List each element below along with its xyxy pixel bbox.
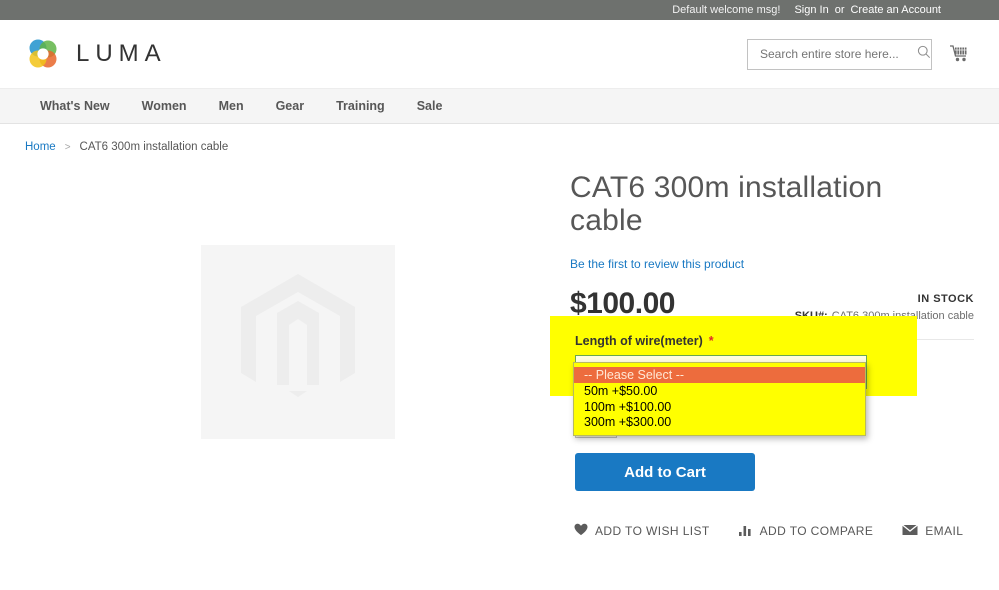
nav-item-training[interactable]: Training — [320, 88, 401, 124]
product-image-placeholder[interactable] — [200, 245, 395, 439]
product-social-links: ADD TO WISH LIST ADD TO COMPARE EMAIL — [574, 523, 963, 539]
brand-name: LUMA — [76, 40, 167, 67]
email-label: EMAIL — [925, 524, 964, 538]
luma-logo-icon — [26, 37, 60, 71]
search-icon[interactable] — [917, 45, 931, 64]
header-right — [747, 38, 974, 70]
magento-placeholder-icon — [223, 265, 373, 420]
page-title: CAT6 300m installation cable — [570, 171, 883, 237]
nav-item-women[interactable]: Women — [126, 88, 203, 124]
email-link[interactable]: EMAIL — [902, 523, 964, 539]
breadcrumb-current: CAT6 300m installation cable — [79, 141, 229, 153]
shopping-cart-icon[interactable] — [946, 40, 974, 68]
wishlist-label: ADD TO WISH LIST — [595, 524, 710, 538]
sign-in-link[interactable]: Sign In — [794, 4, 828, 16]
top-panel: Default welcome msg! Sign In or Create a… — [0, 0, 999, 20]
logo[interactable]: LUMA — [26, 37, 167, 71]
option-label: Length of wire(meter) * — [575, 334, 714, 348]
add-to-cart-button[interactable]: Add to Cart — [575, 453, 755, 491]
breadcrumb-home[interactable]: Home — [25, 141, 56, 153]
welcome-message: Default welcome msg! — [672, 4, 781, 16]
heart-icon — [574, 523, 588, 539]
dropdown-option-50m[interactable]: 50m +$50.00 — [574, 384, 865, 400]
dropdown-option-please-select[interactable]: -- Please Select -- — [574, 367, 865, 383]
dropdown-bottom-pad — [574, 431, 865, 435]
dropdown-option-300m[interactable]: 300m +$300.00 — [574, 415, 865, 431]
site-header: LUMA — [0, 20, 999, 88]
compare-label: ADD TO COMPARE — [759, 524, 874, 538]
review-link[interactable]: Be the first to review this product — [570, 257, 744, 271]
length-of-wire-dropdown-list[interactable]: -- Please Select -- 50m +$50.00 100m +$1… — [573, 362, 866, 436]
dropdown-option-100m[interactable]: 100m +$100.00 — [574, 400, 865, 416]
bar-chart-icon — [738, 523, 753, 539]
nav-item-gear[interactable]: Gear — [260, 88, 321, 124]
product-gallery — [25, 153, 570, 439]
nav-item-men[interactable]: Men — [203, 88, 260, 124]
add-to-compare-link[interactable]: ADD TO COMPARE — [738, 523, 874, 539]
breadcrumb: Home > CAT6 300m installation cable — [0, 124, 999, 153]
add-to-wishlist-link[interactable]: ADD TO WISH LIST — [574, 523, 710, 539]
nav-item-sale[interactable]: Sale — [401, 88, 459, 124]
envelope-icon — [902, 523, 919, 539]
required-asterisk: * — [708, 334, 714, 348]
search-input[interactable] — [758, 46, 917, 62]
main-navigation: What's New Women Men Gear Training Sale — [0, 88, 999, 124]
status-badge: IN STOCK — [917, 293, 974, 305]
chevron-right-icon: > — [64, 141, 71, 153]
nav-item-whats-new[interactable]: What's New — [24, 88, 126, 124]
search-box[interactable] — [747, 38, 932, 70]
option-label-text: Length of wire(meter) — [575, 334, 703, 348]
create-account-link[interactable]: Create an Account — [850, 4, 941, 16]
or-separator: or — [834, 4, 845, 16]
